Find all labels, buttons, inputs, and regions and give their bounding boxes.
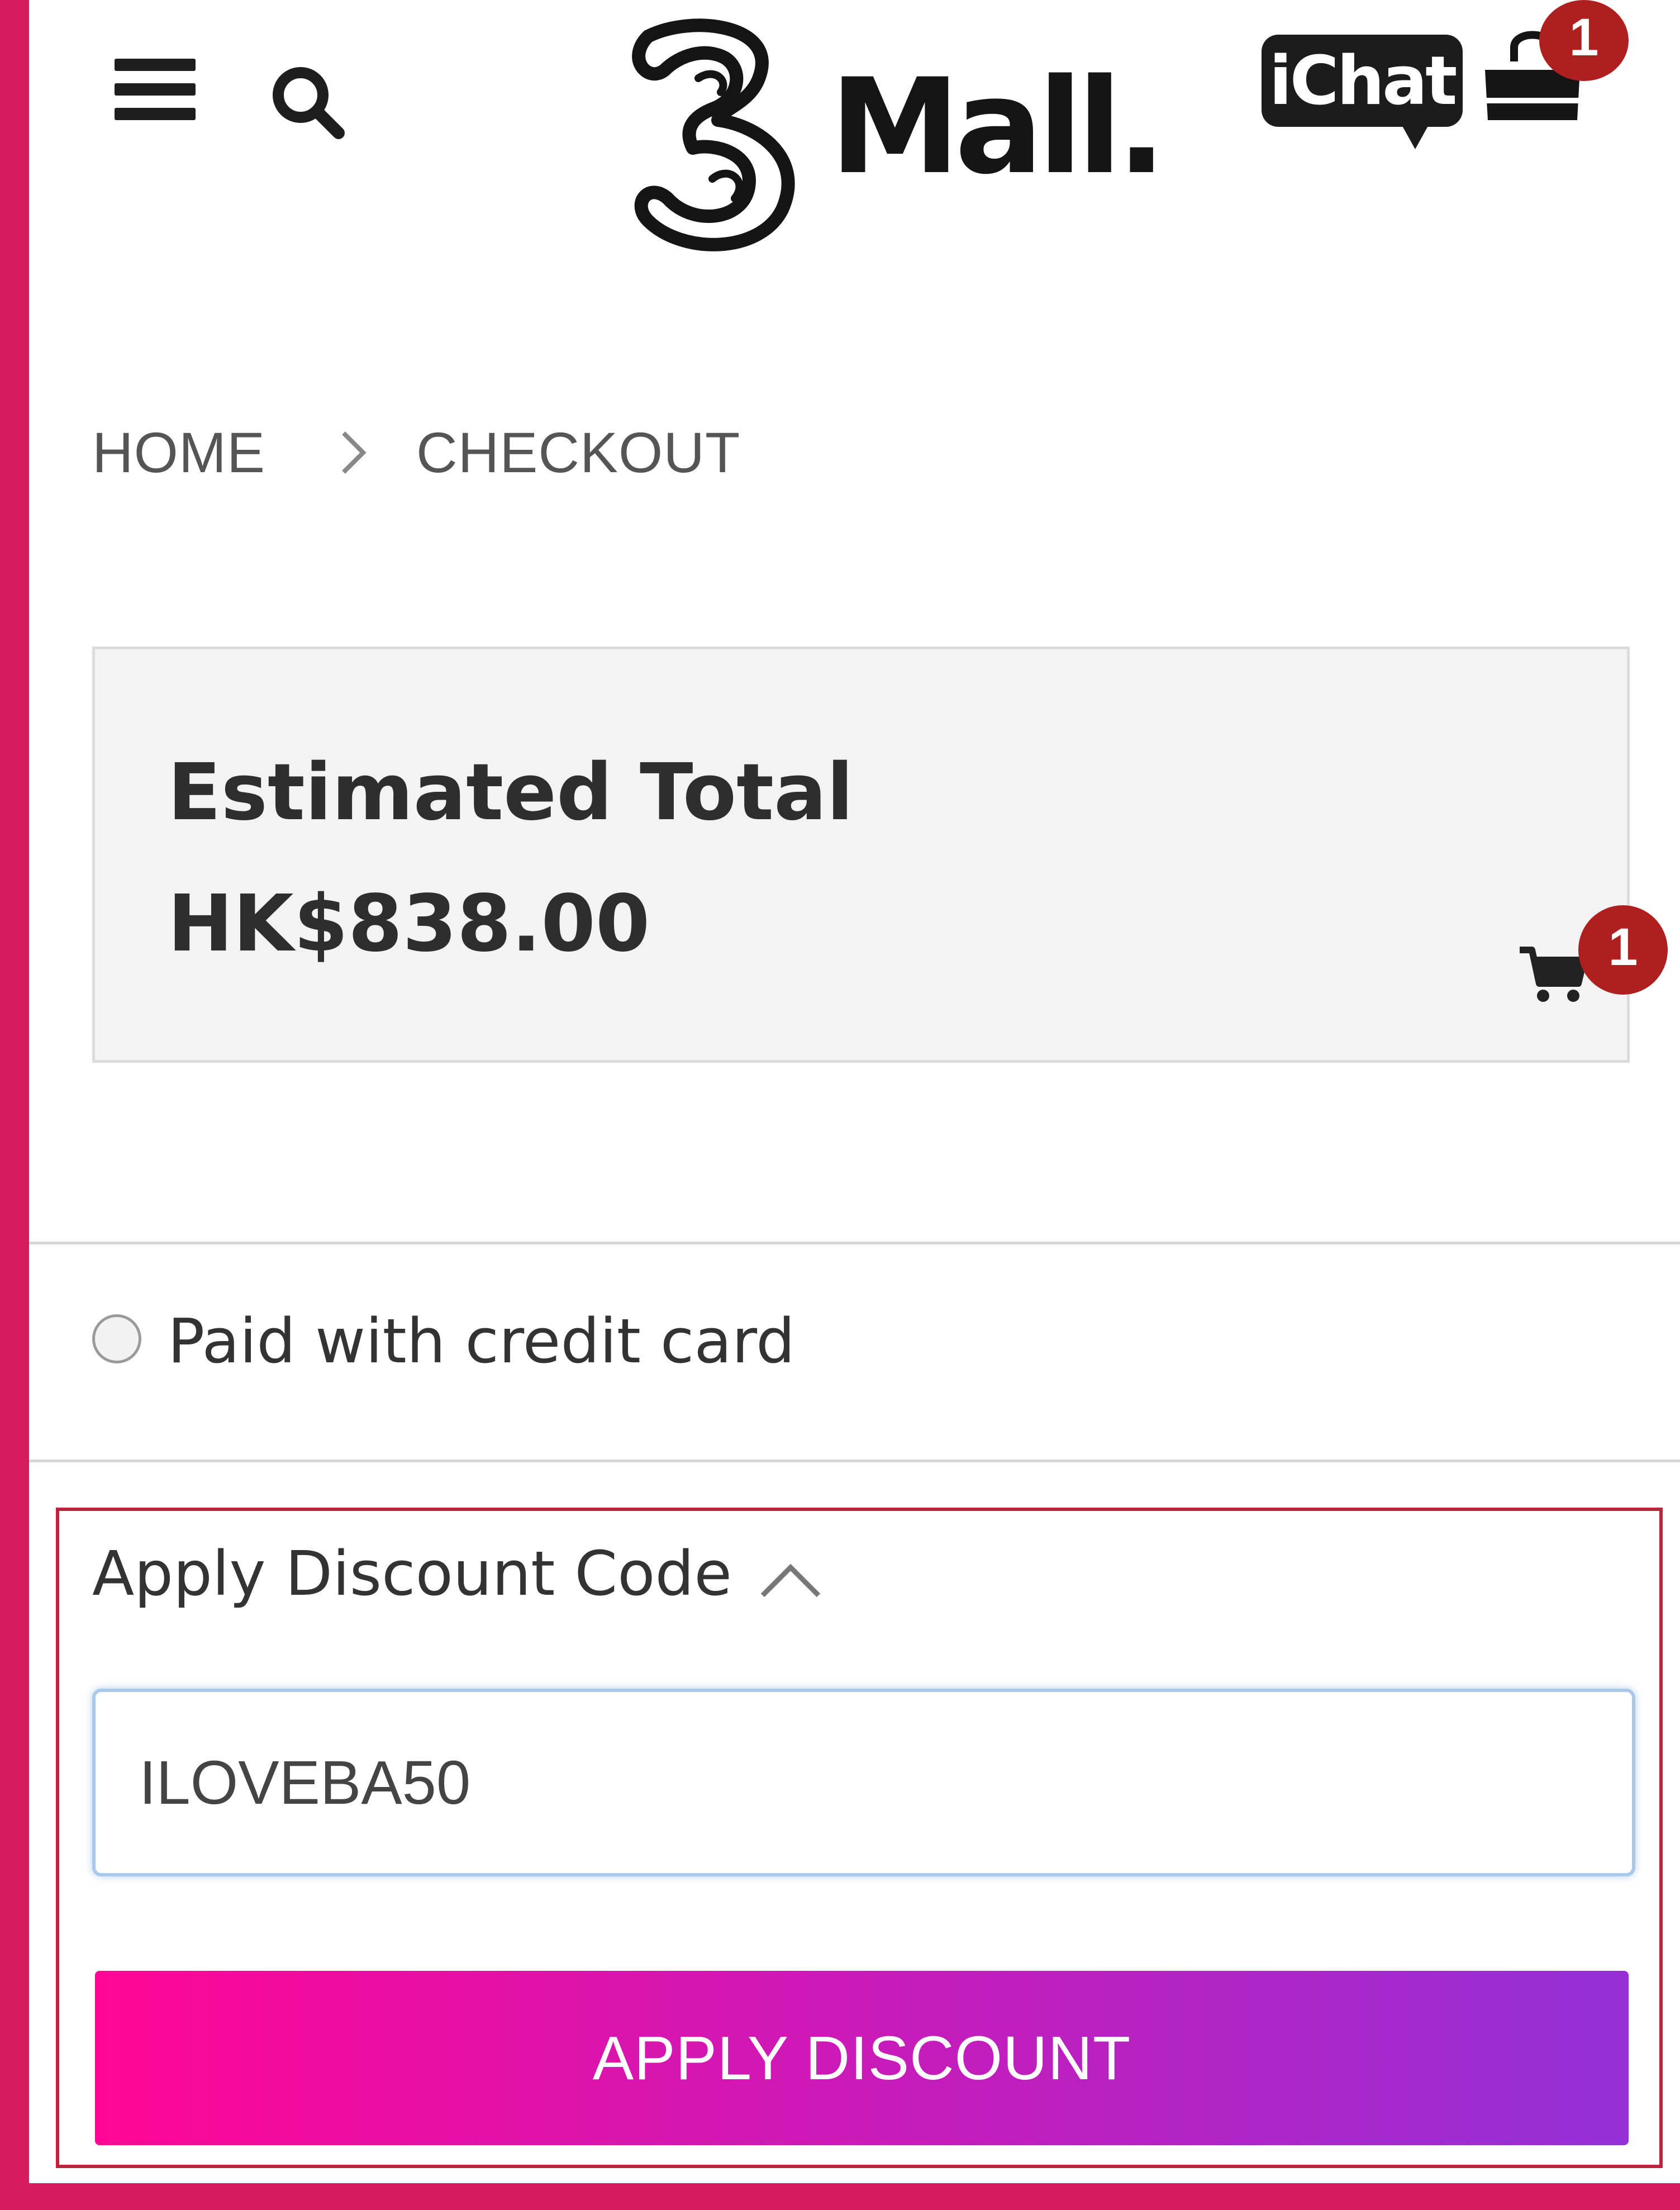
breadcrumb-home-link[interactable]: HOME [92, 420, 265, 486]
ichat-label: iChat [1269, 42, 1458, 120]
breadcrumb-current: CHECKOUT [416, 420, 741, 484]
chevron-right-icon [342, 431, 367, 474]
breadcrumb: HOME CHECKOUT [92, 416, 740, 489]
ichat-button[interactable]: iChat [1262, 35, 1463, 149]
estimated-total-panel: Estimated Total HK$838.00 [92, 647, 1630, 1063]
cart-icon[interactable] [1520, 944, 1587, 1006]
credit-card-radio-label[interactable]: Paid with credit card [168, 1308, 795, 1375]
page-frame-left [0, 0, 29, 2210]
cart-count-badge: 1 [1578, 905, 1668, 995]
divider [29, 1242, 1680, 1244]
credit-card-radio[interactable] [92, 1314, 141, 1363]
apply-discount-button[interactable]: APPLY DISCOUNT [95, 1971, 1629, 2145]
discount-section-toggle[interactable]: Apply Discount Code [92, 1537, 732, 1610]
page-frame-bottom [0, 2183, 1680, 2210]
site-logo[interactable]: Mall. [615, 14, 1167, 254]
divider [29, 1460, 1680, 1462]
estimated-total-value: HK$838.00 [168, 878, 650, 969]
menu-icon[interactable] [115, 59, 196, 123]
discount-code-input[interactable] [92, 1689, 1635, 1876]
chevron-up-icon[interactable] [757, 1559, 824, 1601]
search-icon[interactable] [268, 63, 346, 141]
bag-count-badge: 1 [1539, 0, 1629, 81]
estimated-total-label: Estimated Total [168, 747, 854, 838]
logo-text: Mall. [830, 51, 1167, 203]
logo-three-icon [632, 18, 795, 251]
